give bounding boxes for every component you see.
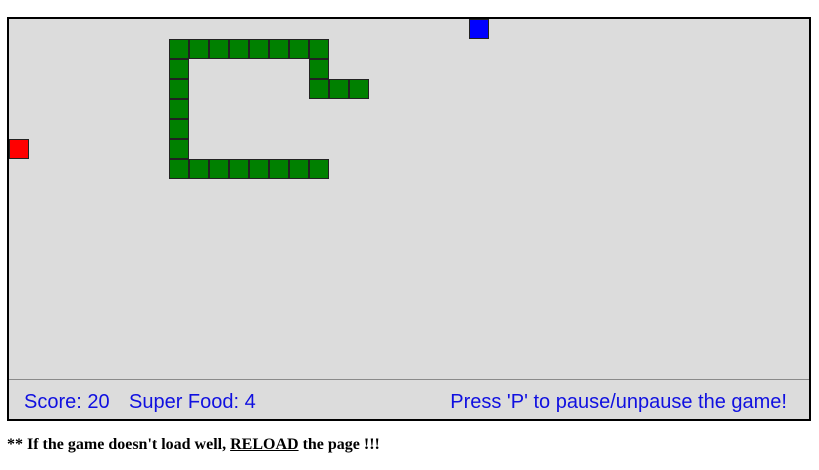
- snake-segment: [269, 159, 289, 179]
- snake-segment: [249, 39, 269, 59]
- snake-segment: [169, 79, 189, 99]
- snake-segment: [189, 39, 209, 59]
- snake-segment: [169, 159, 189, 179]
- snake-segment: [309, 59, 329, 79]
- snake-segment: [209, 159, 229, 179]
- status-bar: Score: 20 Super Food: 4 Press 'P' to pau…: [9, 379, 809, 419]
- snake-segment: [169, 119, 189, 139]
- snake-segment: [169, 139, 189, 159]
- reload-note-suffix: the page !!!: [298, 436, 380, 453]
- game-frame: Score: 20 Super Food: 4 Press 'P' to pau…: [7, 17, 811, 421]
- snake-segment: [189, 159, 209, 179]
- super-food-item: [469, 19, 489, 39]
- snake-segment: [329, 79, 349, 99]
- super-food-counter: Super Food: 4: [129, 391, 256, 413]
- snake-segment: [309, 159, 329, 179]
- reload-note-prefix: ** If the game doesn't load well,: [7, 436, 231, 453]
- food-item: [9, 139, 29, 159]
- snake-segment: [229, 39, 249, 59]
- pause-hint-text: Press 'P' to pause/unpause the game!: [450, 391, 787, 413]
- snake-segment: [289, 159, 309, 179]
- reload-link[interactable]: RELOAD: [230, 436, 298, 453]
- game-board[interactable]: [9, 19, 809, 379]
- snake-segment: [349, 79, 369, 99]
- snake-segment: [169, 39, 189, 59]
- snake-segment: [249, 159, 269, 179]
- snake-segment: [289, 39, 309, 59]
- snake-segment: [169, 99, 189, 119]
- snake-segment: [209, 39, 229, 59]
- score-text: Score: 20: [24, 391, 110, 413]
- snake-segment: [309, 79, 329, 99]
- snake-segment: [269, 39, 289, 59]
- reload-note: ** If the game doesn't load well, RELOAD…: [7, 436, 380, 454]
- snake-segment: [309, 39, 329, 59]
- snake-segment: [229, 159, 249, 179]
- snake-segment: [169, 59, 189, 79]
